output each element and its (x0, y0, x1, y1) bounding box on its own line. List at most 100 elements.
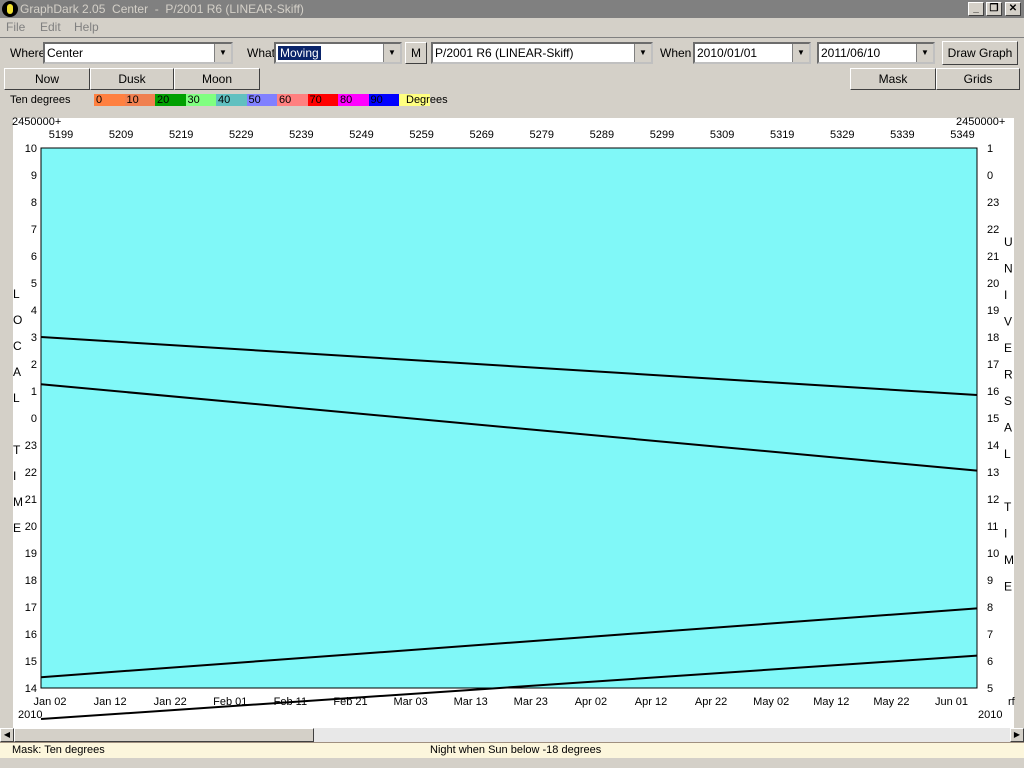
date-tick-label: Feb 21 (333, 696, 367, 708)
date-tick-label: May 12 (813, 696, 849, 708)
year-left: 2010 (18, 709, 42, 721)
local-time-tick: 21 (25, 494, 37, 506)
universal-time-tick: 0 (987, 170, 993, 182)
date-tick-label: Apr 12 (635, 696, 667, 708)
local-time-tick: 2 (31, 359, 37, 371)
universal-time-axis-letter: U (1004, 235, 1013, 249)
universal-time-axis-letter: N (1004, 262, 1013, 276)
universal-time-tick: 8 (987, 602, 993, 614)
universal-time-tick: 14 (987, 440, 999, 452)
date-tick-label: Mar 03 (393, 696, 427, 708)
plot-background (41, 148, 977, 688)
date-tick-label: Jan 22 (154, 696, 187, 708)
universal-time-tick: 6 (987, 656, 993, 668)
jd-tick-label: 5209 (109, 129, 133, 141)
universal-time-tick: 15 (987, 413, 999, 425)
universal-time-tick: 19 (987, 305, 999, 317)
local-time-tick: 15 (25, 656, 37, 668)
jd-tick-label: 5299 (650, 129, 674, 141)
local-time-tick: 16 (25, 629, 37, 641)
universal-time-tick: 22 (987, 224, 999, 236)
date-tick-label: Mar 13 (454, 696, 488, 708)
scroll-right-icon[interactable]: ▶ (1010, 728, 1024, 742)
scroll-thumb[interactable] (14, 728, 314, 742)
universal-time-tick: 1 (987, 143, 993, 155)
jd-tick-label: 5339 (890, 129, 914, 141)
year-right: 2010 (978, 709, 1002, 721)
date-tick-label: May 22 (873, 696, 909, 708)
local-time-axis-letter: L (13, 391, 20, 405)
local-time-tick: 10 (25, 143, 37, 155)
local-time-tick: 20 (25, 521, 37, 533)
date-tick-label: Jan 02 (33, 696, 66, 708)
local-time-axis-letter: C (13, 339, 22, 353)
local-time-tick: 23 (25, 440, 37, 452)
universal-time-axis-letter: V (1004, 315, 1012, 329)
universal-time-tick: 20 (987, 278, 999, 290)
jd-tick-label: 5269 (469, 129, 493, 141)
jd-tick-label: 5309 (710, 129, 734, 141)
local-time-tick: 3 (31, 332, 37, 344)
universal-time-tick: 13 (987, 467, 999, 479)
jd-tick-label: 5289 (590, 129, 614, 141)
universal-time-tick: 7 (987, 629, 993, 641)
local-time-tick: 8 (31, 197, 37, 209)
universal-time-tick: 5 (987, 683, 993, 695)
status-night: Night when Sun below -18 degrees (430, 744, 602, 756)
universal-time-tick: 11 (987, 521, 998, 533)
universal-time-axis-letter: R (1004, 368, 1013, 382)
jd-tick-label: 5329 (830, 129, 854, 141)
local-time-axis-letter: M (13, 495, 23, 509)
local-time-tick: 7 (31, 224, 37, 236)
scroll-left-icon[interactable]: ◀ (0, 728, 14, 742)
date-tick-label: Jun 01 (935, 696, 968, 708)
jd-tick-label: 5229 (229, 129, 253, 141)
local-time-tick: 17 (25, 602, 37, 614)
local-time-tick: 18 (25, 575, 37, 587)
local-time-tick: 5 (31, 278, 37, 290)
status-mask: Mask: Ten degrees (12, 744, 105, 756)
local-time-tick: 9 (31, 170, 37, 182)
universal-time-tick: 23 (987, 197, 999, 209)
jd-tick-label: 5319 (770, 129, 794, 141)
local-time-axis-letter: I (13, 469, 16, 483)
local-time-axis-letter: A (13, 365, 21, 379)
universal-time-tick: 17 (987, 359, 999, 371)
date-tick-label: Jan 12 (94, 696, 127, 708)
local-time-axis-letter: O (13, 313, 22, 327)
universal-time-tick: 18 (987, 332, 999, 344)
status-bar: Mask: Ten degrees Night when Sun below -… (0, 742, 1024, 758)
darkness-chart: 5199 5209 5219 5229 5239 5249 5259 5269 5279 5289… (13, 129, 1016, 721)
right-corner-label: rf (1008, 696, 1016, 708)
universal-time-tick: 16 (987, 386, 999, 398)
date-tick-label: Mar 23 (514, 696, 548, 708)
universal-time-tick: 9 (987, 575, 993, 587)
date-tick-label: Apr 22 (695, 696, 727, 708)
universal-time-axis-letter: L (1004, 447, 1011, 461)
local-time-axis-letter: E (13, 521, 21, 535)
jd-tick-label: 5249 (349, 129, 373, 141)
universal-time-tick: 10 (987, 548, 999, 560)
local-time-axis-letter: T (13, 443, 21, 457)
local-time-axis-letter: L (13, 287, 20, 301)
universal-time-axis-letter: E (1004, 580, 1012, 594)
local-time-tick: 6 (31, 251, 37, 263)
universal-time-tick: 12 (987, 494, 999, 506)
universal-time-axis-letter: I (1004, 288, 1007, 302)
universal-time-axis-letter: A (1004, 421, 1012, 435)
local-time-tick: 4 (31, 305, 37, 317)
universal-time-axis-letter: I (1004, 527, 1007, 541)
universal-time-tick: 21 (987, 251, 999, 263)
horizontal-scrollbar[interactable]: ◀ ▶ (0, 728, 1024, 742)
local-time-tick: 14 (25, 683, 37, 695)
jd-tick-label: 5279 (530, 129, 554, 141)
jd-tick-label: 5349 (950, 129, 974, 141)
date-tick-label: Apr 02 (575, 696, 607, 708)
local-time-tick: 1 (31, 386, 37, 398)
local-time-tick: 19 (25, 548, 37, 560)
date-tick-label: Feb 11 (274, 696, 307, 708)
universal-time-axis-letter: M (1004, 553, 1014, 567)
universal-time-axis-letter: T (1004, 500, 1012, 514)
universal-time-axis-letter: S (1004, 394, 1012, 408)
date-tick-label: Feb 01 (213, 696, 247, 708)
